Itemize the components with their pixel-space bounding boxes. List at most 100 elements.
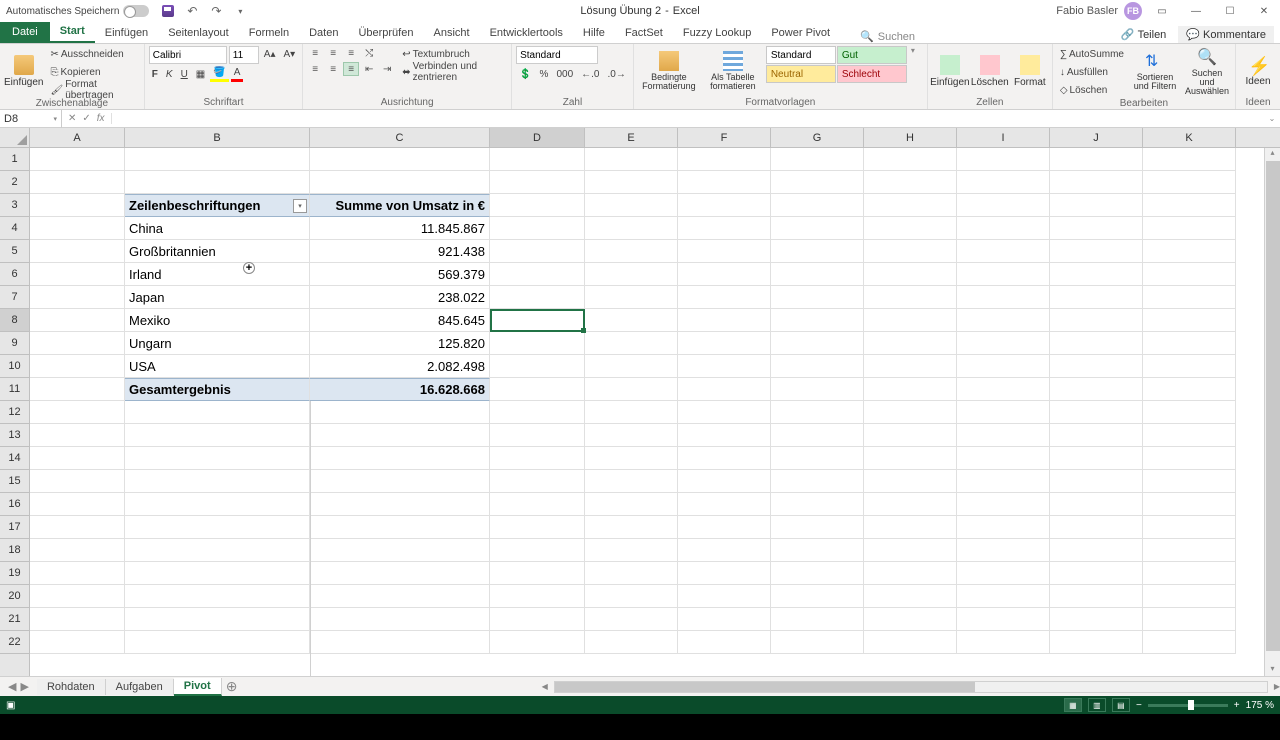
find-select-button[interactable]: 🔍Suchen und Auswählen xyxy=(1183,46,1231,96)
row-header-2[interactable]: 2 xyxy=(0,171,29,194)
font-name-select[interactable] xyxy=(149,46,227,64)
pivot-row-label[interactable]: Großbritannien xyxy=(125,240,310,263)
sort-filter-button[interactable]: ⇅Sortieren und Filtern xyxy=(1131,46,1179,96)
row-header-7[interactable]: 7 xyxy=(0,286,29,309)
comments-button[interactable]: 💬 Kommentare xyxy=(1178,26,1274,43)
cut-button[interactable]: ✂Ausschneiden xyxy=(47,46,139,62)
hscroll-thumb[interactable] xyxy=(555,682,975,692)
normal-view-button[interactable]: ▦ xyxy=(1064,698,1082,712)
zoom-level[interactable]: 175 % xyxy=(1246,700,1274,711)
insert-cells-button[interactable]: Einfügen xyxy=(932,46,968,96)
indent-dec-button[interactable]: ⇤ xyxy=(361,62,377,76)
pivot-value-header[interactable]: Summe von Umsatz in € xyxy=(310,194,490,217)
search-box[interactable]: 🔍 Suchen xyxy=(860,30,915,43)
sheet-tab-aufgaben[interactable]: Aufgaben xyxy=(106,679,174,695)
style-neutral[interactable]: Neutral xyxy=(766,65,836,83)
ideas-button[interactable]: ⚡ Ideen xyxy=(1240,46,1276,96)
tab-start[interactable]: Start xyxy=(50,21,95,43)
save-icon[interactable] xyxy=(161,4,175,18)
row-header-18[interactable]: 18 xyxy=(0,539,29,562)
format-painter-button[interactable]: 🖌Format übertragen xyxy=(47,82,139,98)
row-header-20[interactable]: 20 xyxy=(0,585,29,608)
record-macro-icon[interactable]: ▣ xyxy=(6,700,15,711)
wrap-text-button[interactable]: ↩Textumbruch xyxy=(399,46,507,62)
page-break-view-button[interactable]: ▤ xyxy=(1112,698,1130,712)
row-header-5[interactable]: 5 xyxy=(0,240,29,263)
accept-formula-icon[interactable]: ✓ xyxy=(82,113,90,124)
italic-button[interactable]: K xyxy=(163,66,176,82)
ribbon-mode-icon[interactable]: ▭ xyxy=(1148,1,1176,21)
tab-fuzzy[interactable]: Fuzzy Lookup xyxy=(673,23,761,43)
row-header-22[interactable]: 22 xyxy=(0,631,29,654)
delete-cells-button[interactable]: Löschen xyxy=(972,46,1008,96)
page-layout-view-button[interactable]: ▥ xyxy=(1088,698,1106,712)
pivot-row-value[interactable]: 238.022 xyxy=(310,286,490,309)
grow-font-button[interactable]: A▴ xyxy=(261,46,279,62)
row-header-19[interactable]: 19 xyxy=(0,562,29,585)
copy-button[interactable]: ⎘Kopieren xyxy=(47,64,139,80)
tab-powerpivot[interactable]: Power Pivot xyxy=(761,23,840,43)
autosave-toggle[interactable]: Automatisches Speichern xyxy=(6,5,149,17)
horizontal-scrollbar[interactable] xyxy=(554,681,1268,693)
expand-formula-bar-icon[interactable]: ⌄ xyxy=(1264,114,1280,123)
pivot-row-value[interactable]: 125.820 xyxy=(310,332,490,355)
zoom-slider[interactable] xyxy=(1148,704,1228,707)
styles-more-button[interactable]: ▾ xyxy=(911,46,923,55)
row-header-15[interactable]: 15 xyxy=(0,470,29,493)
col-header-F[interactable]: F xyxy=(678,128,771,147)
row-header-3[interactable]: 3 xyxy=(0,194,29,217)
align-left-button[interactable]: ≡ xyxy=(307,62,323,76)
toggle-off-icon[interactable] xyxy=(123,5,149,17)
cells-grid[interactable]: Zeilenbeschriftungen ▾ Summe von Umsatz … xyxy=(30,148,1264,676)
avatar[interactable]: FB xyxy=(1124,2,1142,20)
col-header-I[interactable]: I xyxy=(957,128,1050,147)
format-as-table-button[interactable]: Als Tabelle formatieren xyxy=(704,46,762,96)
font-color-button[interactable]: A xyxy=(231,66,244,82)
style-standard[interactable]: Standard xyxy=(766,46,836,64)
row-header-1[interactable]: 1 xyxy=(0,148,29,171)
sheet-tab-pivot[interactable]: Pivot xyxy=(174,678,222,696)
pivot-row-label[interactable]: USA xyxy=(125,355,310,378)
pivot-row-value[interactable]: 921.438 xyxy=(310,240,490,263)
row-header-8[interactable]: 8 xyxy=(0,309,29,332)
col-header-G[interactable]: G xyxy=(771,128,864,147)
tab-view[interactable]: Ansicht xyxy=(423,23,479,43)
align-center-button[interactable]: ≡ xyxy=(325,62,341,76)
number-format-select[interactable] xyxy=(516,46,598,64)
tab-review[interactable]: Überprüfen xyxy=(348,23,423,43)
pivot-row-value[interactable]: 2.082.498 xyxy=(310,355,490,378)
row-header-17[interactable]: 17 xyxy=(0,516,29,539)
pivot-grand-total-value[interactable]: 16.628.668 xyxy=(310,378,490,401)
pivot-row-label[interactable]: Mexiko xyxy=(125,309,310,332)
undo-icon[interactable]: ↶ xyxy=(185,4,199,18)
row-header-6[interactable]: 6 xyxy=(0,263,29,286)
minimize-icon[interactable]: — xyxy=(1182,1,1210,21)
tab-data[interactable]: Daten xyxy=(299,23,348,43)
row-header-11[interactable]: 11 xyxy=(0,378,29,401)
indent-inc-button[interactable]: ⇥ xyxy=(379,62,395,76)
fill-button[interactable]: ↓Ausfüllen xyxy=(1057,64,1127,80)
row-header-9[interactable]: 9 xyxy=(0,332,29,355)
col-header-A[interactable]: A xyxy=(30,128,125,147)
pivot-row-label[interactable]: Irland xyxy=(125,263,310,286)
border-button[interactable]: ▦ xyxy=(193,66,208,82)
row-header-16[interactable]: 16 xyxy=(0,493,29,516)
underline-button[interactable]: U xyxy=(178,66,191,82)
align-middle-button[interactable]: ≡ xyxy=(325,46,341,60)
autosum-button[interactable]: ∑AutoSumme xyxy=(1057,46,1127,62)
row-header-10[interactable]: 10 xyxy=(0,355,29,378)
style-gut[interactable]: Gut xyxy=(837,46,907,64)
bold-button[interactable]: F xyxy=(149,66,161,82)
maximize-icon[interactable]: ☐ xyxy=(1216,1,1244,21)
zoom-out-button[interactable]: − xyxy=(1136,700,1142,711)
col-header-K[interactable]: K xyxy=(1143,128,1236,147)
pivot-row-label[interactable]: China xyxy=(125,217,310,240)
row-header-4[interactable]: 4 xyxy=(0,217,29,240)
tab-help[interactable]: Hilfe xyxy=(573,23,615,43)
row-header-14[interactable]: 14 xyxy=(0,447,29,470)
fx-icon[interactable]: fx xyxy=(97,113,105,124)
tab-insert[interactable]: Einfügen xyxy=(95,23,158,43)
pivot-filter-dropdown-icon[interactable]: ▾ xyxy=(293,199,307,213)
tab-developer[interactable]: Entwicklertools xyxy=(480,23,573,43)
dec-decimal-button[interactable]: .0→ xyxy=(604,66,628,82)
